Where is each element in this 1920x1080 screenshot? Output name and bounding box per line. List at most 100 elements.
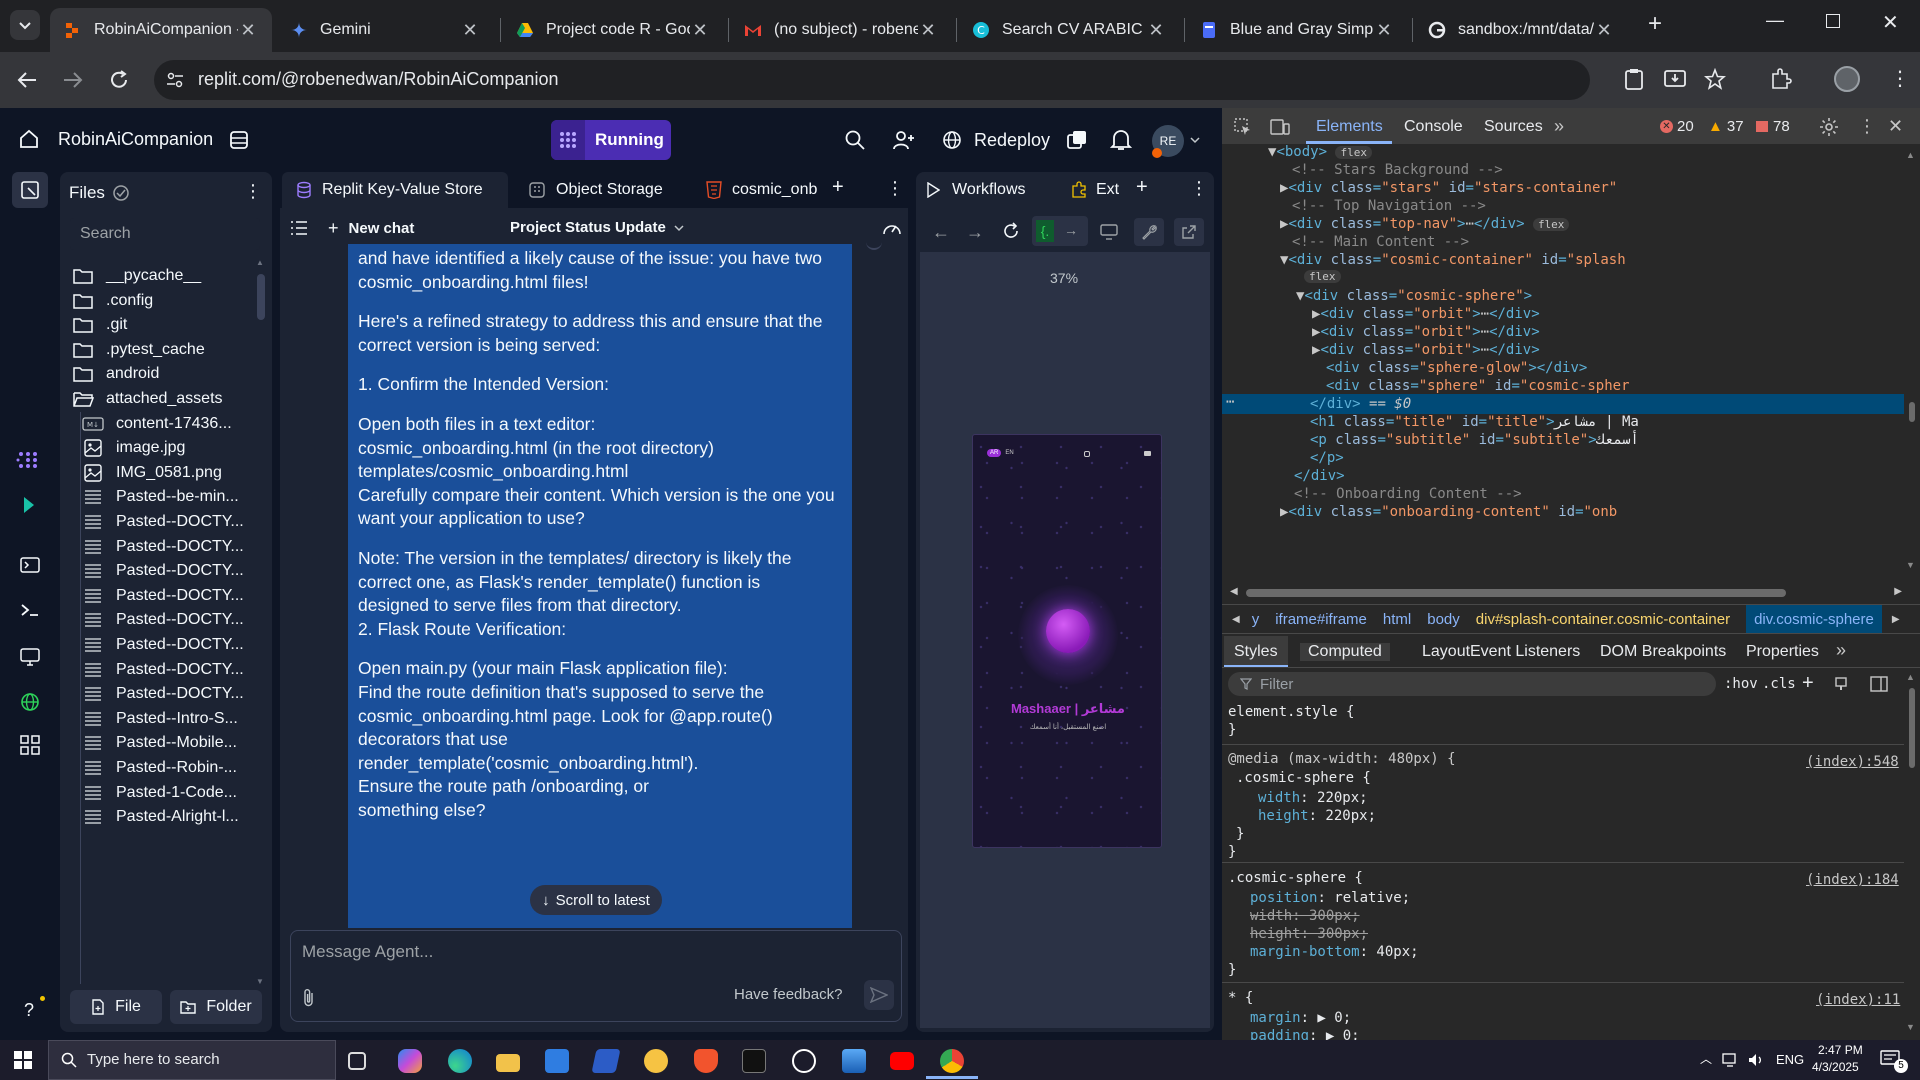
deploy-globe-icon[interactable]	[20, 692, 40, 712]
tab-dom-breakpoints[interactable]: DOM Breakpoints	[1600, 643, 1726, 661]
scrollbar-thumb[interactable]	[1246, 589, 1786, 597]
flex-badge[interactable]: flex	[1532, 218, 1570, 231]
redeploy-button[interactable]: Redeploy	[934, 120, 1054, 160]
files-scrollbar[interactable]: ▲ ▼	[256, 258, 266, 986]
class-toggle[interactable]: .cls	[1762, 676, 1796, 692]
bookmark-star-icon[interactable]	[1704, 68, 1726, 90]
close-icon[interactable]: ✕	[1374, 20, 1394, 41]
scroll-to-latest-button[interactable]: ↓ Scroll to latest	[530, 885, 662, 915]
file-tree-item[interactable]: Pasted--Intro-S...	[82, 707, 256, 731]
file-explorer-icon[interactable]	[496, 1054, 520, 1072]
new-folder-button[interactable]: Folder	[170, 990, 262, 1024]
hover-state-toggle[interactable]: :hov	[1724, 676, 1758, 692]
dom-node-orbit[interactable]: ▶<div class="orbit">⋯</div>	[1312, 342, 1540, 358]
chrome-icon[interactable]	[940, 1049, 964, 1073]
shell-icon[interactable]	[20, 602, 40, 618]
browser-tab-gmail[interactable]: (no subject) - robenedwan ✕	[730, 8, 952, 52]
dom-node-selected[interactable]: </div> == $0	[1310, 396, 1411, 412]
tab-event-listeners[interactable]: Event Listeners	[1470, 643, 1580, 661]
scrollbar-thumb[interactable]	[1909, 402, 1915, 422]
more-tabs-icon[interactable]: »	[1554, 116, 1564, 137]
bell-icon[interactable]	[1110, 128, 1132, 152]
tab-cosmic-onboarding[interactable]: cosmic_onb	[698, 172, 826, 208]
tray-overflow-icon[interactable]: ︿	[1700, 1050, 1712, 1067]
tab-elements[interactable]: Elements	[1316, 118, 1383, 136]
file-tree-item[interactable]: M↓ content-17436...	[82, 412, 256, 436]
clipboard-icon[interactable]	[1624, 68, 1644, 90]
dom-node-sphere[interactable]: <div class="sphere" id="cosmic-spher	[1326, 378, 1630, 394]
emoji-app-icon[interactable]	[644, 1049, 668, 1073]
dom-horizontal-scrollbar[interactable]: ◀ ▶	[1230, 586, 1902, 600]
invite-user-icon[interactable]	[892, 129, 916, 151]
assistant-icon[interactable]	[20, 495, 38, 515]
dom-vertical-scrollbar[interactable]: ▲ ▼	[1906, 150, 1918, 570]
sidebar-toggle-icon[interactable]	[1870, 676, 1888, 692]
close-icon[interactable]: ✕	[918, 20, 938, 41]
speed-gauge-icon[interactable]	[882, 220, 902, 236]
dom-node-orbit[interactable]: ▶<div class="orbit">⋯</div>	[1312, 306, 1540, 322]
tab-computed[interactable]: Computed	[1300, 643, 1390, 661]
device-icon[interactable]	[1100, 224, 1118, 240]
tab-object-storage[interactable]: Object Storage	[520, 172, 684, 208]
flex-badge[interactable]: flex	[1335, 146, 1372, 159]
webview-back-button[interactable]: ←	[932, 222, 950, 243]
breadcrumb-item[interactable]: body	[1427, 611, 1460, 628]
rule-source-link[interactable]: (index):11	[1816, 992, 1900, 1008]
files-menu-icon[interactable]: ⋮	[244, 181, 262, 202]
copilot-icon[interactable]	[398, 1049, 422, 1073]
dom-node-top-nav[interactable]: ▶<div class="top-nav">⋯</div> flex	[1280, 216, 1570, 232]
scrollbar-thumb[interactable]	[1909, 688, 1915, 768]
new-file-button[interactable]: File	[70, 990, 162, 1024]
issues-count[interactable]: 78	[1756, 118, 1790, 135]
close-icon[interactable]: ✕	[690, 20, 710, 41]
project-name[interactable]: RobinAiCompanion	[58, 129, 213, 150]
file-tree-item[interactable]: .config	[72, 289, 252, 313]
new-chat-button[interactable]: + New chat	[328, 218, 414, 239]
speaker-icon[interactable]	[1144, 451, 1151, 456]
element-style-selector[interactable]: element.style {	[1228, 704, 1354, 720]
breadcrumb-item[interactable]: y	[1252, 611, 1260, 628]
file-tree-item[interactable]: Pasted--DOCTY...	[82, 559, 256, 583]
file-tree-toggle[interactable]	[12, 172, 48, 208]
file-tree-item[interactable]: Pasted--DOCTY...	[82, 682, 256, 706]
new-tab-plus[interactable]: +	[1136, 176, 1148, 199]
dom-node-cosmic-container[interactable]: ▼<div class="cosmic-container" id="splas…	[1280, 252, 1626, 268]
clock-date[interactable]: 4/3/2025	[1812, 1060, 1859, 1074]
file-tree-item[interactable]: .pytest_cache	[72, 338, 252, 362]
tab-properties[interactable]: Properties	[1746, 643, 1819, 661]
app-icon[interactable]	[842, 1049, 866, 1073]
webview-go-arrow-icon[interactable]: →	[1064, 222, 1078, 238]
webview-reload-icon[interactable]	[1002, 222, 1020, 240]
reload-icon[interactable]	[108, 69, 130, 91]
volume-icon[interactable]	[1748, 1053, 1766, 1067]
dom-node-subtitle[interactable]: <p class="subtitle" id="subtitle">أسمعك	[1310, 432, 1639, 448]
brave-icon[interactable]	[694, 1049, 718, 1073]
paint-bucket-icon[interactable]	[1834, 676, 1850, 692]
file-tree-item[interactable]: Pasted--DOCTY...	[82, 608, 256, 632]
close-window-button[interactable]: ✕	[1882, 10, 1899, 35]
task-view-icon[interactable]	[348, 1052, 366, 1070]
close-icon[interactable]: ✕	[1146, 20, 1166, 41]
paperclip-icon[interactable]	[302, 988, 316, 1008]
dom-node-title[interactable]: <h1 class="title" id="title">مشاعر | Ma	[1310, 414, 1639, 430]
network-icon[interactable]	[1722, 1053, 1740, 1067]
file-tree-item[interactable]: Pasted-Alright-l...	[82, 805, 256, 829]
file-tree-item[interactable]: Pasted--DOCTY...	[82, 510, 256, 534]
dom-node-body[interactable]: ▼<body> flex	[1268, 144, 1372, 160]
pane-menu-icon[interactable]: ⋮	[1190, 178, 1208, 199]
close-icon[interactable]: ✕	[1594, 20, 1614, 41]
taskbar-search-input[interactable]: Type here to search	[48, 1040, 336, 1080]
chat-history-icon[interactable]	[290, 220, 308, 236]
rule-source-link[interactable]: (index):184	[1806, 872, 1899, 888]
message-input[interactable]: Message Agent...	[302, 942, 892, 972]
windows-start-icon[interactable]	[14, 1051, 32, 1069]
tab-styles[interactable]: Styles	[1234, 643, 1278, 661]
file-tree-item[interactable]: Pasted--DOCTY...	[82, 658, 256, 682]
tab-search-button[interactable]	[10, 10, 40, 40]
files-search-input[interactable]: Search	[70, 218, 260, 250]
scrollbar-thumb[interactable]	[257, 274, 265, 320]
new-tab-button[interactable]: +	[1648, 10, 1662, 38]
inspect-element-icon[interactable]	[1234, 118, 1252, 136]
language-toggle[interactable]: AR EN	[987, 449, 1014, 457]
file-tree-item[interactable]: Pasted--DOCTY...	[82, 633, 256, 657]
